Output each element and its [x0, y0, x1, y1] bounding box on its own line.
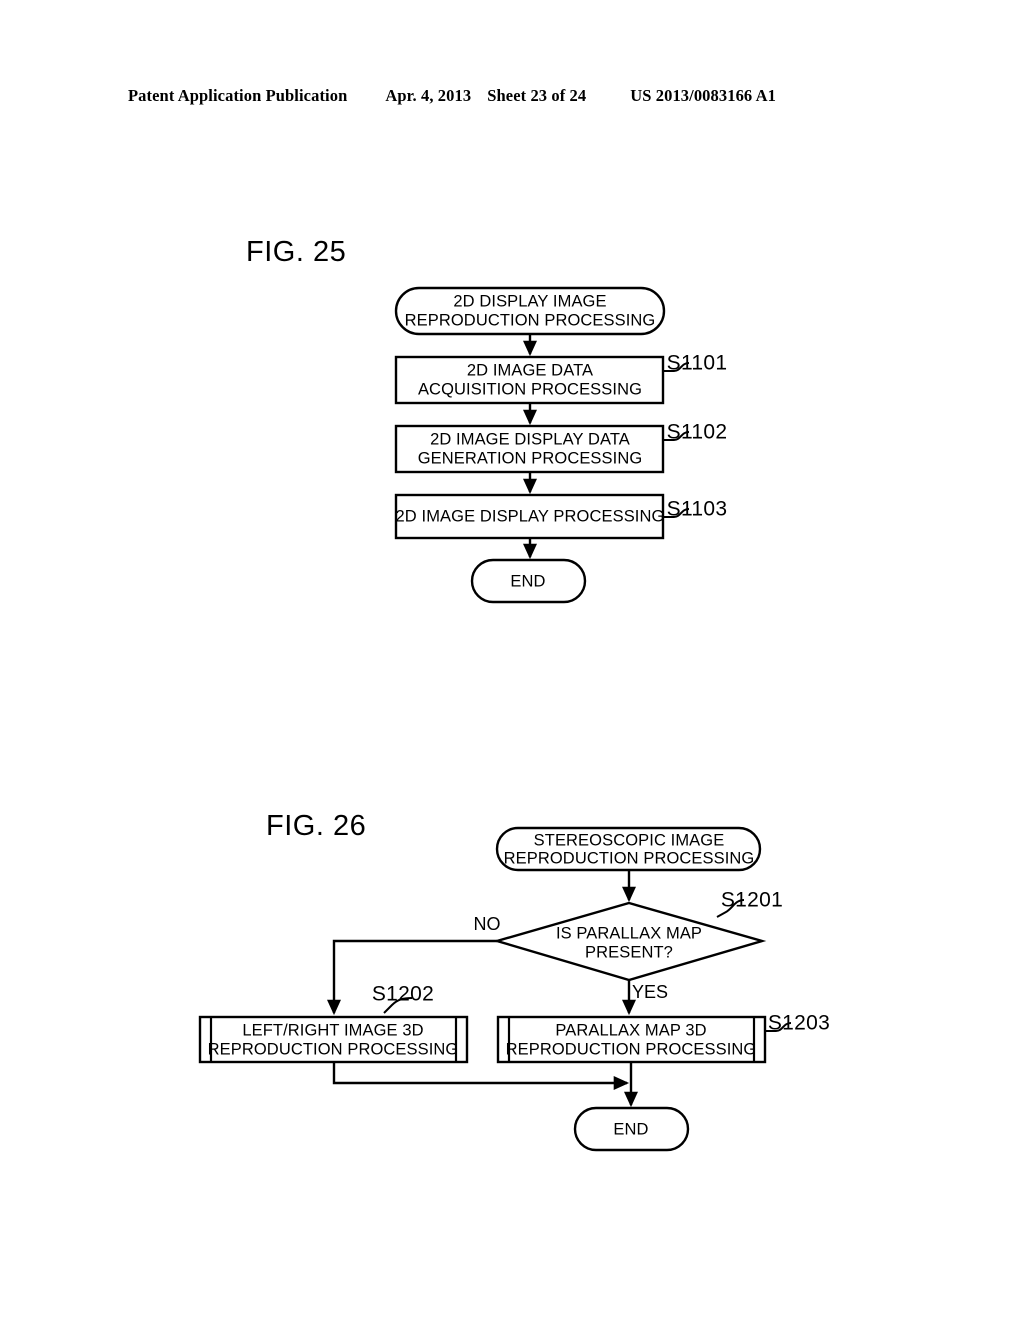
node-end-fig25: END [470, 558, 587, 604]
node-2d-image-data-acquisition-processing: 2D IMAGE DATA ACQUISITION PROCESSING [394, 355, 665, 405]
node-2d-display-image-reproduction-processing: 2D DISPLAY IMAGE REPRODUCTION PROCESSING [394, 286, 666, 336]
step-label-s1102: S1102 [667, 421, 728, 444]
node-line-1: 2D DISPLAY IMAGE [453, 292, 606, 310]
patent-drawing-page: Patent Application Publication Apr. 4, 2… [0, 0, 1024, 1320]
node-line-1: STEREOSCOPIC IMAGE [534, 831, 725, 849]
step-label-s1103: S1103 [667, 498, 728, 521]
node-line-2: PRESENT? [585, 943, 673, 961]
node-line-2: GENERATION PROCESSING [418, 449, 643, 467]
node-line-2: REPRODUCTION PROCESSING [506, 1040, 757, 1058]
node-end-fig26: END [573, 1106, 690, 1152]
figure-25-flowchart: 2D DISPLAY IMAGE REPRODUCTION PROCESSING… [394, 286, 728, 604]
step-label-s1203: S1203 [768, 1012, 830, 1035]
node-line-2: ACQUISITION PROCESSING [418, 380, 642, 398]
connector-s1202-to-merge [332, 1062, 630, 1090]
node-line-1: 2D IMAGE DATA [467, 361, 593, 379]
figure-26-flowchart: STEREOSCOPIC IMAGE REPRODUCTION PROCESSI… [198, 826, 830, 1152]
node-line-1: LEFT/RIGHT IMAGE 3D [242, 1021, 423, 1039]
step-label-s1202: S1202 [372, 983, 434, 1006]
node-line-1: 2D IMAGE DISPLAY DATA [430, 430, 630, 448]
node-2d-image-display-processing: 2D IMAGE DISPLAY PROCESSING [394, 493, 665, 540]
node-parallax-map-3d-reproduction-processing: PARALLAX MAP 3D REPRODUCTION PROCESSING [496, 1015, 767, 1064]
node-line-2: REPRODUCTION PROCESSING [405, 311, 656, 329]
node-line-1: END [613, 1120, 648, 1138]
node-line-1: 2D IMAGE DISPLAY PROCESSING [396, 507, 665, 525]
branch-label-yes: YES [632, 982, 668, 1002]
branch-label-no: NO [474, 914, 501, 934]
step-label-s1201: S1201 [721, 889, 783, 912]
node-line-1: PARALLAX MAP 3D [555, 1021, 706, 1039]
node-line-1: END [510, 572, 545, 590]
node-left-right-image-3d-reproduction-processing: LEFT/RIGHT IMAGE 3D REPRODUCTION PROCESS… [198, 1015, 469, 1064]
step-label-s1101: S1101 [667, 352, 728, 375]
node-line-1: IS PARALLAX MAP [556, 924, 702, 942]
node-stereoscopic-image-reproduction-processing: STEREOSCOPIC IMAGE REPRODUCTION PROCESSI… [495, 826, 762, 872]
node-line-2: REPRODUCTION PROCESSING [504, 849, 755, 867]
node-line-2: REPRODUCTION PROCESSING [208, 1040, 459, 1058]
node-2d-image-display-data-generation-processing: 2D IMAGE DISPLAY DATA GENERATION PROCESS… [394, 424, 665, 474]
flowchart-canvas: 2D DISPLAY IMAGE REPRODUCTION PROCESSING… [198, 286, 830, 1152]
